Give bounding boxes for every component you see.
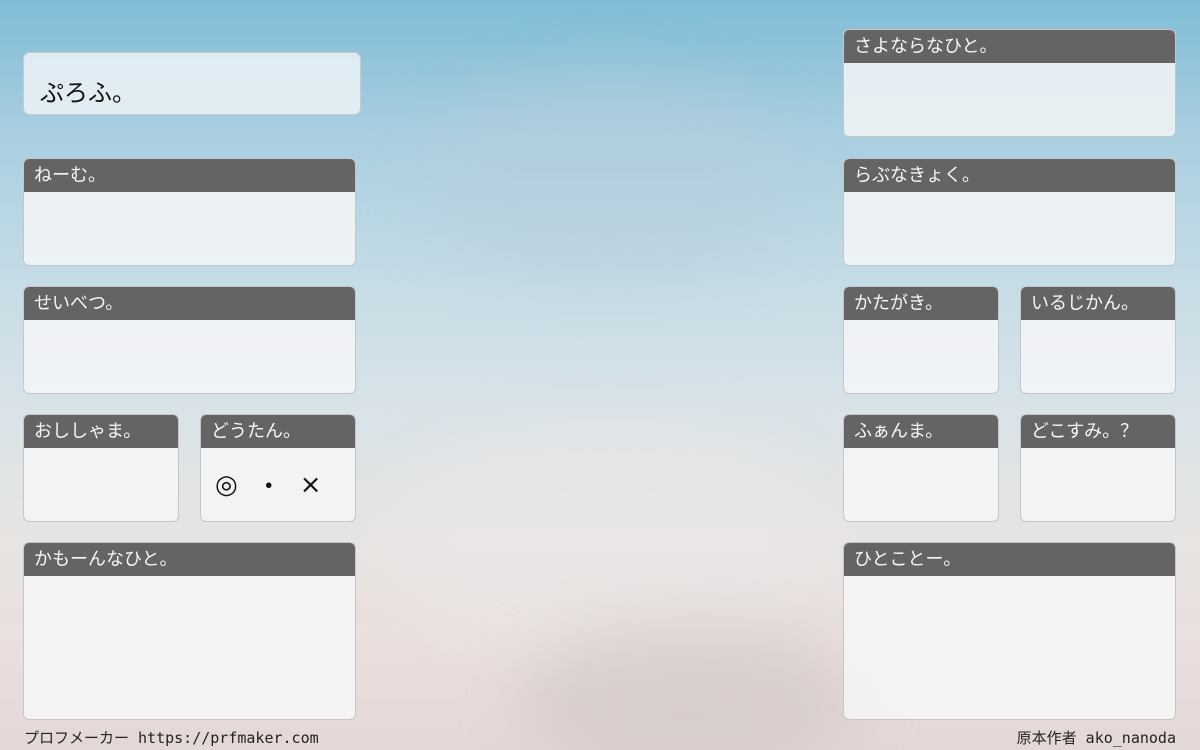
profile-title: ぷろふ。 [23, 52, 361, 115]
hitokoto-panel[interactable]: ひとことー。 [843, 542, 1176, 720]
doutan-panel[interactable]: どうたん。 ◎ ・ × [200, 414, 356, 522]
irujikan-label: いるじかん。 [1021, 287, 1175, 320]
lovenakyoku-panel[interactable]: らぶなきょく。 [843, 158, 1176, 266]
background-cloud [420, 80, 800, 280]
dokosumi-label: どこすみ。？ [1021, 415, 1175, 448]
fanma-field[interactable] [844, 448, 998, 521]
doutan-label: どうたん。 [201, 415, 355, 448]
irujikan-panel[interactable]: いるじかん。 [1020, 286, 1176, 394]
name-panel[interactable]: ねーむ。 [23, 158, 356, 266]
name-field[interactable] [24, 192, 355, 265]
hitokoto-field[interactable] [844, 576, 1175, 719]
sayonara-label: さよならなひと。 [844, 30, 1175, 63]
kamoon-label: かもーんなひと。 [24, 543, 355, 576]
hitokoto-label: ひとことー。 [844, 543, 1175, 576]
sayonara-panel[interactable]: さよならなひと。 [843, 29, 1176, 137]
katagaki-label: かたがき。 [844, 287, 998, 320]
kamoon-field[interactable] [24, 576, 355, 719]
katagaki-panel[interactable]: かたがき。 [843, 286, 999, 394]
fashion-panel[interactable]: おししゃま。 [23, 414, 179, 522]
dokosumi-field[interactable] [1021, 448, 1175, 521]
fanma-label: ふぁんま。 [844, 415, 998, 448]
sayonara-field[interactable] [844, 63, 1175, 136]
double-circle-mark[interactable]: ◎ [215, 470, 238, 500]
cross-mark[interactable]: × [300, 470, 322, 500]
fashion-label: おししゃま。 [24, 415, 178, 448]
background-cloud [380, 430, 840, 650]
katagaki-field[interactable] [844, 320, 998, 393]
name-label: ねーむ。 [24, 159, 355, 192]
lovenakyoku-field[interactable] [844, 192, 1175, 265]
background-cloud [520, 620, 860, 750]
fanma-panel[interactable]: ふぁんま。 [843, 414, 999, 522]
doutan-field[interactable]: ◎ ・ × [201, 448, 355, 521]
dot-mark[interactable]: ・ [256, 466, 282, 503]
lovenakyoku-label: らぶなきょく。 [844, 159, 1175, 192]
kamoon-panel[interactable]: かもーんなひと。 [23, 542, 356, 720]
gender-field[interactable] [24, 320, 355, 393]
maker-credit: プロフメーカー https://prfmaker.com [24, 729, 319, 747]
dokosumi-panel[interactable]: どこすみ。？ [1020, 414, 1176, 522]
fashion-field[interactable] [24, 448, 178, 521]
gender-panel[interactable]: せいべつ。 [23, 286, 356, 394]
original-author-credit: 原本作者 ako_nanoda [1016, 729, 1176, 747]
irujikan-field[interactable] [1021, 320, 1175, 393]
gender-label: せいべつ。 [24, 287, 355, 320]
